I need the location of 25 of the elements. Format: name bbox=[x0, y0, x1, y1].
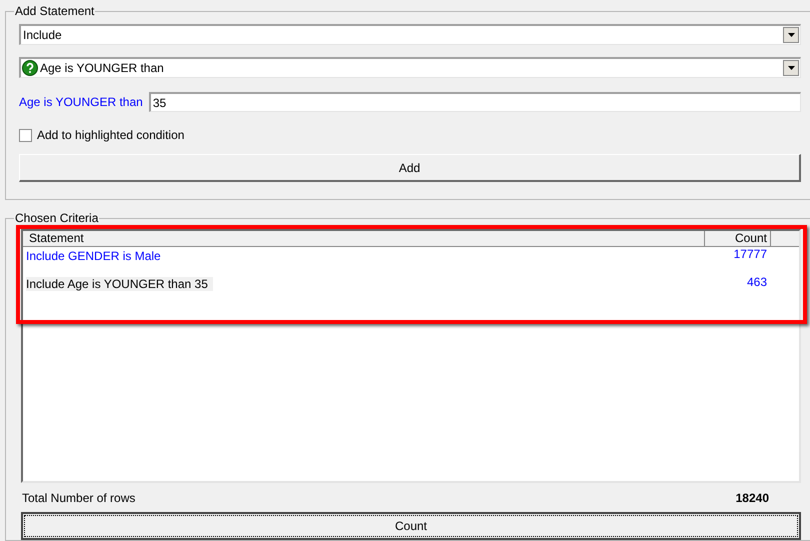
field-label: Age is YOUNGER than bbox=[19, 94, 143, 111]
statement-text[interactable]: Include Age is YOUNGER than 35 bbox=[26, 277, 213, 291]
count-cell-text: 17777 bbox=[732, 247, 768, 262]
checkbox-label: Add to highlighted condition bbox=[37, 127, 184, 144]
count-cell-text: 463 bbox=[746, 275, 768, 290]
dropdown-value: Include bbox=[23, 27, 63, 44]
group-title: Add Statement bbox=[14, 4, 96, 18]
count-button[interactable]: Count bbox=[21, 512, 801, 540]
dropdown[interactable]: Include bbox=[19, 24, 801, 45]
dropdown-arrow-button[interactable] bbox=[783, 60, 799, 76]
statement-text[interactable]: Include GENDER is Male bbox=[26, 249, 161, 263]
column-header[interactable]: Statement bbox=[23, 231, 705, 246]
dropdown-value: Age is YOUNGER than bbox=[40, 60, 165, 77]
caret-icon bbox=[788, 33, 794, 37]
total-label: Total Number of rows bbox=[21, 490, 136, 507]
dropdown[interactable]: Age is YOUNGER than bbox=[19, 57, 801, 78]
dropdown-arrow-button[interactable] bbox=[783, 27, 799, 43]
value-field[interactable]: 35 bbox=[148, 92, 801, 112]
add-button[interactable]: Add bbox=[19, 154, 801, 182]
group-title: Chosen Criteria bbox=[14, 211, 100, 225]
total-value: 18240 bbox=[736, 490, 770, 507]
checkbox[interactable] bbox=[19, 128, 32, 142]
column-header[interactable]: Count bbox=[705, 231, 771, 246]
caret-icon bbox=[788, 66, 794, 70]
help-icon bbox=[22, 60, 38, 76]
